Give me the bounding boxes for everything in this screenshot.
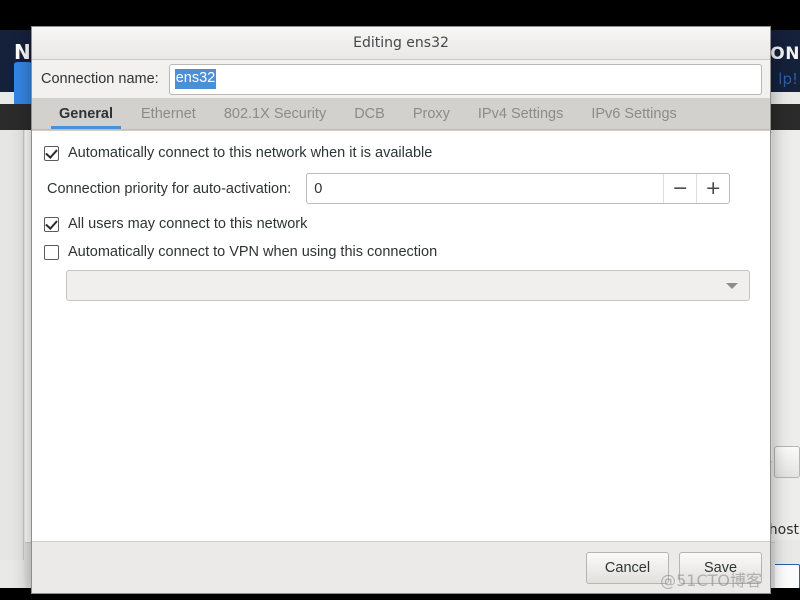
tab-8021x-security[interactable]: 802.1X Security [210, 98, 340, 129]
auto-connect-label: Automatically connect to this network wh… [68, 145, 433, 161]
tab-proxy[interactable]: Proxy [399, 98, 464, 129]
background-left-strip [0, 130, 24, 560]
connection-priority-stepper[interactable]: 0 − + [306, 173, 731, 204]
background-host-label: host [768, 522, 799, 538]
auto-vpn-label: Automatically connect to VPN when using … [68, 244, 438, 260]
connection-name-label: Connection name: [41, 71, 159, 87]
dialog-titlebar: Editing ens32 [32, 27, 770, 60]
background-help-link[interactable]: lp! [778, 70, 798, 88]
connection-name-input[interactable]: ens32 [168, 63, 762, 95]
auto-vpn-checkbox[interactable] [44, 244, 59, 260]
background-right-button[interactable] [774, 446, 800, 478]
minus-icon[interactable]: − [663, 174, 696, 203]
tab-ipv6-settings[interactable]: IPv6 Settings [577, 98, 690, 129]
all-users-row: All users may connect to this network [44, 216, 758, 232]
background-header-title: N [14, 40, 32, 64]
vpn-connection-select[interactable] [66, 270, 750, 301]
all-users-label: All users may connect to this network [68, 216, 308, 232]
save-button[interactable]: Save [679, 551, 762, 584]
general-tab-panel: Automatically connect to this network wh… [32, 130, 770, 541]
connection-priority-label: Connection priority for auto-activation: [47, 180, 292, 197]
dialog-title: Editing ens32 [353, 35, 449, 51]
tab-ipv4-settings[interactable]: IPv4 Settings [464, 98, 577, 129]
tab-general[interactable]: General [45, 98, 127, 129]
editing-connection-dialog: Editing ens32 Connection name: ens32 Gen… [31, 26, 771, 594]
auto-connect-row: Automatically connect to this network wh… [44, 145, 758, 161]
tab-ethernet[interactable]: Ethernet [127, 98, 210, 129]
cancel-button[interactable]: Cancel [586, 551, 669, 584]
chevron-down-icon [726, 282, 738, 289]
all-users-checkbox[interactable] [44, 216, 59, 232]
tab-dcb[interactable]: DCB [340, 98, 399, 129]
auto-connect-checkbox[interactable] [44, 145, 59, 161]
connection-name-value: ens32 [174, 69, 217, 89]
dialog-footer: Cancel Save @51CTO博客 [32, 541, 770, 593]
connection-priority-value[interactable]: 0 [307, 174, 663, 203]
plus-icon[interactable]: + [696, 174, 729, 203]
screen: N TION lp! host Editing ens32 Connection… [0, 0, 800, 600]
settings-tabbar: General Ethernet 802.1X Security DCB Pro… [32, 98, 770, 130]
connection-name-row: Connection name: ens32 [32, 60, 770, 98]
auto-vpn-row: Automatically connect to VPN when using … [44, 244, 758, 260]
connection-priority-row: Connection priority for auto-activation:… [44, 173, 758, 204]
